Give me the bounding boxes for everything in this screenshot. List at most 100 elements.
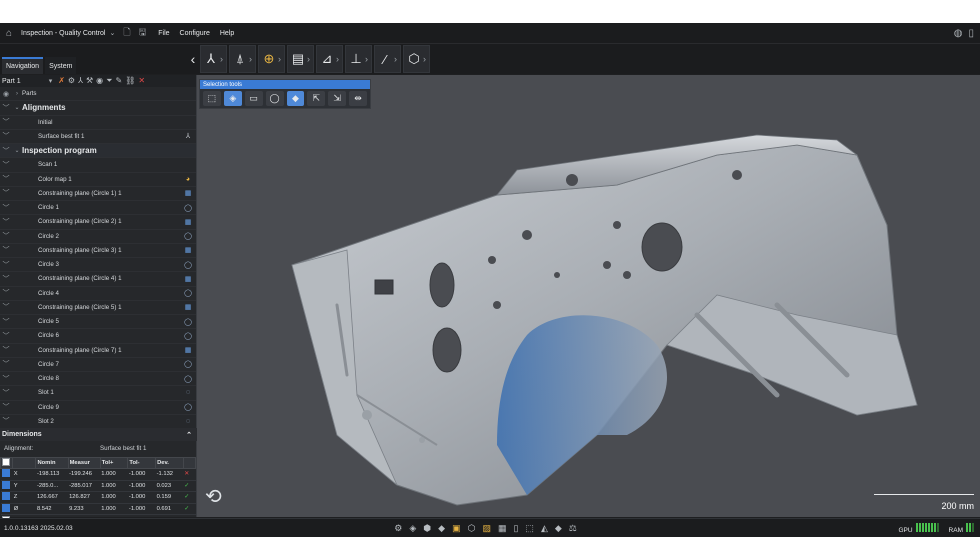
tree-row[interactable]: ﹀ Circle 3 ◯ <box>0 258 196 273</box>
visibility-toggle-icon[interactable]: ◉ <box>0 90 12 98</box>
ribbon-group-plane[interactable]: ⊕ › <box>258 45 285 73</box>
dimension-row[interactable]: X -198.113 -199.246 1.000 -1.000 -1.132 ✕ <box>0 468 196 481</box>
dimension-row[interactable]: Z 126.667 126.827 1.000 -1.000 0.159 ✓ <box>0 491 196 504</box>
tree-row[interactable]: ﹀ Slot 2 ◌ <box>0 415 196 429</box>
col-select[interactable] <box>0 457 14 469</box>
tree-row[interactable]: ﹀ Circle 2 ◯ <box>0 230 196 244</box>
scan-icon[interactable]: ⚙ <box>394 523 402 534</box>
part-selector[interactable]: Part 1 ▾ ✗ ⚙ ⅄ ⚒ ◉ ⏷ ✎ ⛓ ✕ <box>0 75 196 87</box>
ribbon-group-feature[interactable]: ⍋ › <box>229 45 256 73</box>
close-icon[interactable]: ✕ <box>138 76 145 86</box>
dim-select-cell[interactable] <box>0 503 13 516</box>
ribbon-group-view[interactable]: ⬡ › <box>403 45 430 73</box>
visibility-toggle-icon[interactable]: ﹀ <box>0 288 12 298</box>
sensor-icon[interactable]: ▯ <box>513 523 518 534</box>
visibility-toggle-icon[interactable]: ﹀ <box>0 160 12 170</box>
visibility-toggle-icon[interactable]: ﹀ <box>0 103 12 113</box>
new-document-icon[interactable]: 🗋 <box>123 25 130 41</box>
tree-row[interactable]: ﹀ Circle 5 ◯ <box>0 315 196 330</box>
surface-icon[interactable]: ◭ <box>541 523 548 534</box>
shaded-icon[interactable]: ◆ <box>555 523 562 534</box>
chart-icon[interactable]: ▨ <box>482 523 491 534</box>
tab-navigation[interactable]: Navigation <box>2 57 44 74</box>
visibility-toggle-icon[interactable]: ﹀ <box>0 217 12 227</box>
globe-icon[interactable]: ◍ <box>954 28 963 39</box>
app-title[interactable]: Inspection - Quality Control <box>18 30 105 37</box>
select-visible-icon[interactable]: ◆ <box>286 91 305 106</box>
rectangle-select-icon[interactable]: ▭ <box>244 91 263 106</box>
tree-row[interactable]: ﹀ Constraining plane (Circle 1) 1 ▦ <box>0 187 196 201</box>
tree-row[interactable]: ﹀ Constraining plane (Circle 5) 1 ▦ <box>0 301 196 315</box>
tree-row[interactable]: ﹀ Circle 8 ◯ <box>0 372 196 387</box>
ribbon-group-axes[interactable]: ⅄ › <box>200 45 227 73</box>
ribbon-group-gdt[interactable]: ⊿ › <box>316 45 343 73</box>
ribbon-group-probe[interactable]: ∕ › <box>374 45 401 73</box>
visibility-icon[interactable]: ◉ <box>96 76 103 86</box>
visibility-toggle-icon[interactable]: ﹀ <box>0 388 12 398</box>
grid-icon[interactable]: ▦ <box>498 523 507 534</box>
visibility-toggle-icon[interactable]: ﹀ <box>0 416 12 426</box>
row-checkbox[interactable] <box>1 492 10 501</box>
tree-row[interactable]: ﹀ Constraining plane (Circle 2) 1 ▦ <box>0 215 196 230</box>
select-all-checkbox[interactable] <box>2 458 10 466</box>
tree-row[interactable]: ﹀ ⌄ Inspection program <box>0 144 196 159</box>
tree-row[interactable]: ﹀ Circle 4 ◯ <box>0 287 196 301</box>
menu-help[interactable]: Help <box>220 30 234 37</box>
row-checkbox[interactable] <box>1 480 10 489</box>
visibility-toggle-icon[interactable]: ﹀ <box>0 260 12 270</box>
visibility-toggle-icon[interactable]: ﹀ <box>0 274 12 284</box>
select-patch-icon[interactable]: ◈ <box>223 91 242 106</box>
visibility-toggle-icon[interactable]: ﹀ <box>0 117 12 127</box>
dimensions-header[interactable]: Dimensions ⌃ <box>0 428 198 441</box>
alignment-value[interactable]: Surface best fit 1 <box>100 445 146 452</box>
visibility-toggle-icon[interactable]: ﹀ <box>0 174 12 184</box>
visibility-toggle-icon[interactable]: ﹀ <box>0 245 12 255</box>
dimension-row[interactable]: Y -285.0... -285.017 1.000 -1.000 0.023 ✓ <box>0 480 196 493</box>
dim-select-cell[interactable] <box>0 491 13 504</box>
visibility-toggle-icon[interactable]: ﹀ <box>0 402 12 412</box>
tree-row[interactable]: ﹀ Color map 1 ◕ <box>0 173 196 187</box>
mesh-icon[interactable]: ◈ <box>409 523 416 534</box>
ribbon-group-datum[interactable]: ⊥ › <box>345 45 372 73</box>
expand-toggle-icon[interactable]: ⌄ <box>12 104 22 111</box>
back-arrow-icon[interactable]: ‹ <box>186 51 200 67</box>
chevron-down-icon[interactable]: ⌄ <box>109 29 115 37</box>
part-model-render[interactable] <box>197 75 980 517</box>
delete-cross-icon[interactable]: ✗ <box>58 76 65 86</box>
grow-selection-icon[interactable]: ⇱ <box>307 91 326 106</box>
visibility-toggle-icon[interactable]: ﹀ <box>0 359 12 369</box>
visibility-toggle-icon[interactable]: ﹀ <box>0 188 12 198</box>
book-icon[interactable]: ▯ <box>968 28 974 39</box>
visibility-toggle-icon[interactable]: ﹀ <box>0 374 12 384</box>
chevron-up-icon[interactable]: ⌃ <box>186 431 192 439</box>
expand-toggle-icon[interactable]: › <box>12 91 22 97</box>
shape-icon[interactable]: ⬢ <box>423 523 431 534</box>
row-checkbox[interactable] <box>1 504 10 513</box>
plane-icon[interactable]: ⬚ <box>525 523 534 534</box>
tree-row[interactable]: ◉ › Parts <box>0 87 196 102</box>
dim-select-cell[interactable] <box>0 480 13 493</box>
visibility-toggle-icon[interactable]: ﹀ <box>0 203 12 213</box>
visibility-toggle-icon[interactable]: ﹀ <box>0 345 12 355</box>
save-icon[interactable]: 🖫 <box>139 25 147 41</box>
pointer-icon[interactable]: ▣ <box>452 523 461 534</box>
menu-configure[interactable]: Configure <box>180 30 210 37</box>
tree-row[interactable]: ﹀ Constraining plane (Circle 3) 1 ▦ <box>0 244 196 258</box>
measure-icon[interactable]: ⚖ <box>569 523 577 534</box>
visibility-toggle-icon[interactable]: ﹀ <box>0 146 12 156</box>
visibility-toggle-icon[interactable]: ﹀ <box>0 302 12 312</box>
shrink-selection-icon[interactable]: ⇲ <box>328 91 347 106</box>
tab-system[interactable]: System <box>45 57 77 74</box>
lasso-select-icon[interactable]: ◯ <box>265 91 284 106</box>
expand-toggle-icon[interactable]: ⌄ <box>12 147 22 154</box>
dim-select-cell[interactable] <box>0 468 13 481</box>
tree-row[interactable]: ﹀ Constraining plane (Circle 7) 1 ▦ <box>0 344 196 358</box>
layers-icon[interactable]: ◆ <box>438 523 445 534</box>
tree-row[interactable]: ﹀ ⌄ Alignments <box>0 101 196 116</box>
tree-row[interactable]: ﹀ Circle 9 ◯ <box>0 401 196 415</box>
3d-viewport[interactable]: Selection tools ⬚ ◈ ▭ ◯ ◆ ⇱ ⇲ ⇹ ⟲ 200 mm <box>197 75 980 517</box>
tree-row[interactable]: ﹀ Circle 7 ◯ <box>0 358 196 372</box>
visibility-toggle-icon[interactable]: ﹀ <box>0 131 12 141</box>
pen-icon[interactable]: ✎ <box>116 76 123 86</box>
ribbon-group-report[interactable]: ▤ › <box>287 45 314 73</box>
